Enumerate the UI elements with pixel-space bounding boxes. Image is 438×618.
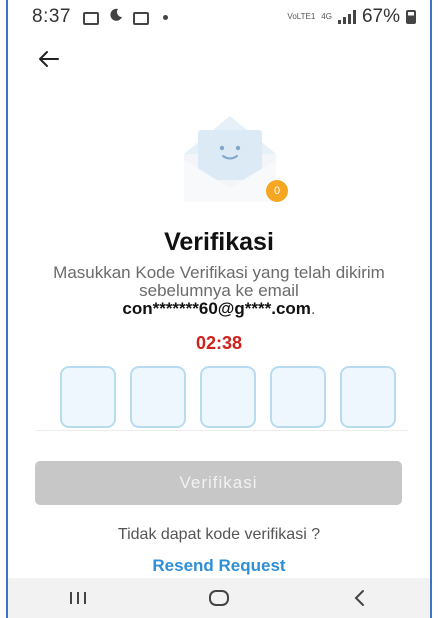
code-digit-4[interactable] xyxy=(270,366,326,428)
masked-email: con*******60@g****.com xyxy=(122,299,311,318)
image-icon xyxy=(132,11,149,25)
battery-icon xyxy=(406,10,416,24)
code-digit-2[interactable] xyxy=(130,366,186,428)
envelope-icon: 0 xyxy=(178,108,288,206)
verification-description: Masukkan Kode Verifikasi yang telah diki… xyxy=(48,264,390,318)
divider xyxy=(36,430,408,431)
code-digit-3[interactable] xyxy=(200,366,256,428)
description-text: Masukkan Kode Verifikasi yang telah diki… xyxy=(53,263,385,300)
moon-icon xyxy=(109,8,123,26)
back-arrow-icon[interactable] xyxy=(36,46,62,72)
countdown-timer: 02:38 xyxy=(195,333,243,353)
recents-icon[interactable] xyxy=(48,583,108,613)
no-code-text: Tidak dapat kode verifikasi ? xyxy=(117,526,321,543)
home-icon[interactable] xyxy=(189,583,249,613)
resend-request-link[interactable]: Resend Request xyxy=(8,556,430,576)
email-suffix: . xyxy=(310,299,316,318)
phone-screen: 8:37 VoLTE1 4G 67% 0 Verifikasi Masukkan… xyxy=(6,0,432,618)
signal-icon xyxy=(337,10,356,24)
code-digit-1[interactable] xyxy=(60,366,116,428)
gallery-icon xyxy=(82,11,99,25)
network-type-label: 4G xyxy=(321,12,332,21)
verify-button[interactable]: Verifikasi xyxy=(35,461,402,505)
volte-label: VoLTE1 xyxy=(287,12,316,21)
status-right: VoLTE1 4G 67% xyxy=(287,6,416,28)
code-digit-5[interactable] xyxy=(340,366,396,428)
volte-indicator: VoLTE1 xyxy=(287,13,315,21)
status-time: 8:37 xyxy=(32,6,71,27)
nav-back-icon[interactable] xyxy=(330,583,390,613)
page-title: Verifikasi xyxy=(164,228,274,256)
network-type: 4G xyxy=(321,13,332,21)
system-nav-bar xyxy=(8,578,430,618)
badge-count: 0 xyxy=(273,185,281,197)
battery-percent: 67% xyxy=(361,6,400,27)
code-input-group xyxy=(60,366,396,428)
notification-dot xyxy=(162,14,168,20)
status-bar: 8:37 VoLTE1 4G 67% xyxy=(8,0,430,34)
envelope-badge: 0 xyxy=(266,180,288,202)
